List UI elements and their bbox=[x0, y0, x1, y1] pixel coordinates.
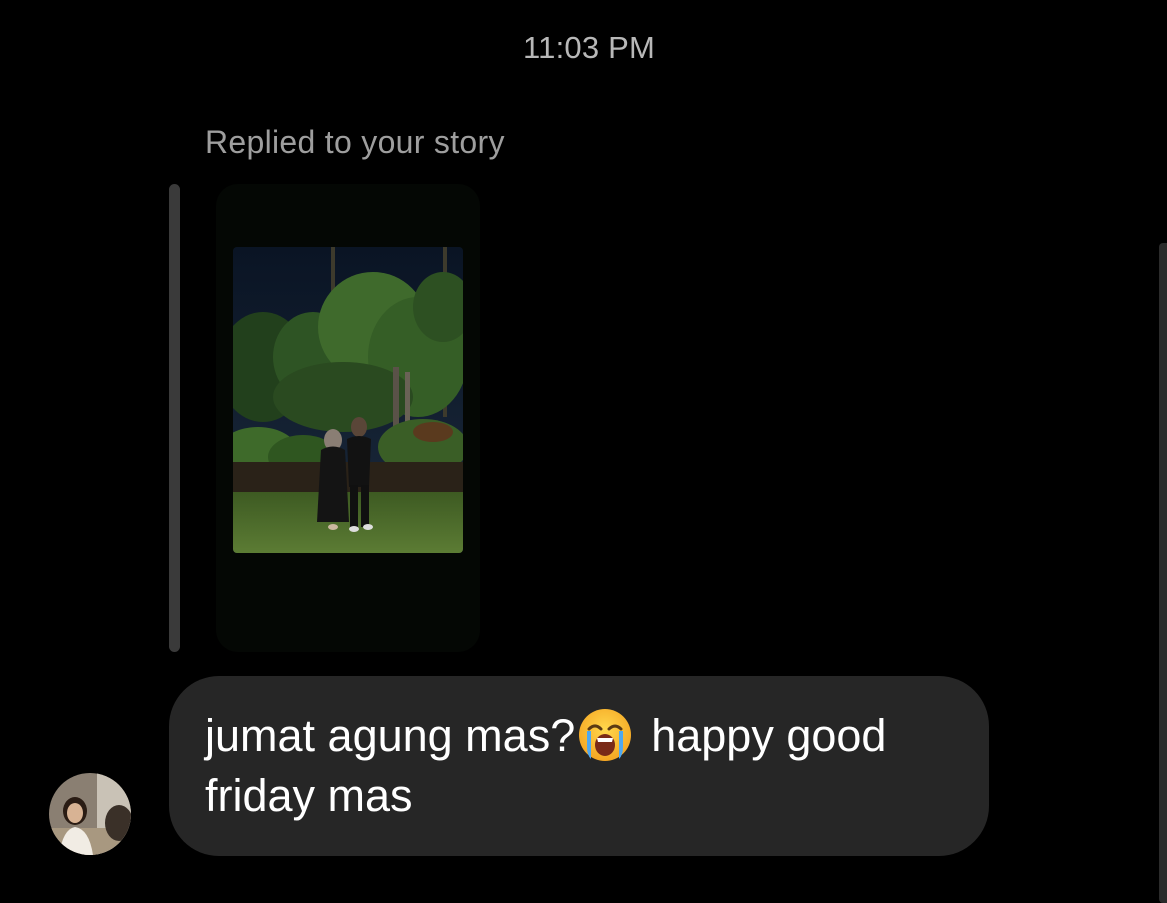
scrollbar[interactable] bbox=[1159, 243, 1167, 903]
message-bubble[interactable]: jumat agung mas? happy good friday mas bbox=[169, 676, 989, 856]
message-timestamp: 11:03 PM bbox=[523, 30, 655, 65]
message-line-1: jumat agung mas? happy good bbox=[205, 706, 953, 766]
reply-quote-bar bbox=[169, 184, 180, 652]
message-text-part-2: happy good bbox=[651, 710, 887, 761]
story-preview-card[interactable] bbox=[216, 184, 480, 652]
message-line-2: friday mas bbox=[205, 770, 413, 821]
story-thumbnail-image[interactable] bbox=[233, 247, 463, 553]
loudly-crying-face-icon bbox=[579, 709, 632, 761]
message-text-part-1: jumat agung mas? bbox=[205, 710, 576, 761]
sender-avatar[interactable] bbox=[49, 773, 131, 855]
story-reply-label: Replied to your story bbox=[205, 124, 505, 160]
